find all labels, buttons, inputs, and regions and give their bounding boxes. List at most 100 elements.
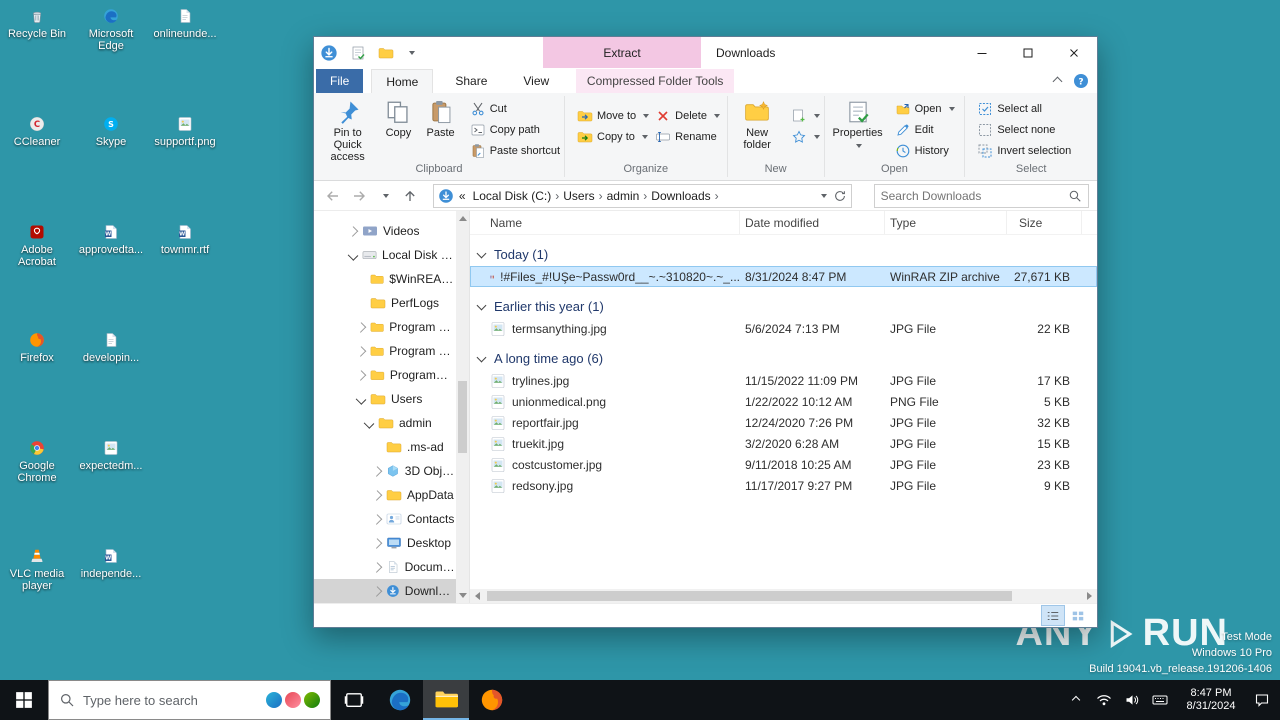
copy-path-button[interactable]: Copy path <box>470 119 560 140</box>
desktop-icon-supportf-png[interactable]: supportf.png <box>148 116 222 148</box>
breadcrumb-local-disk-c[interactable]: Local Disk (C:) <box>471 189 554 203</box>
desktop-icon-recycle-bin[interactable]: Recycle Bin <box>0 8 74 40</box>
horizontal-scrollbar[interactable] <box>470 589 1097 603</box>
scroll-down-icon[interactable] <box>459 593 467 598</box>
nav-item-admin[interactable]: admin <box>314 411 456 435</box>
chevron-right-icon[interactable] <box>356 370 367 381</box>
desktop-icon-approvedta[interactable]: Wapprovedta... <box>74 224 148 256</box>
maximize-button[interactable] <box>1005 37 1051 68</box>
file-row-truekit-jpg[interactable]: truekit.jpg3/2/2020 6:28 AMJPG File15 KB <box>470 433 1097 454</box>
file-group-earlier-this-year-1[interactable]: Earlier this year (1) <box>470 294 1097 318</box>
collapse-ribbon-icon[interactable] <box>1053 76 1063 86</box>
rename-button[interactable]: Rename <box>655 126 720 147</box>
close-button[interactable] <box>1051 37 1097 68</box>
nav-item-downloads[interactable]: Downloads <box>314 579 456 603</box>
desktop-icon-developin[interactable]: developin... <box>74 332 148 364</box>
forward-button[interactable] <box>348 185 370 207</box>
tab-view[interactable]: View <box>509 69 563 93</box>
new-folder-button[interactable]: New folder <box>734 96 781 163</box>
invert-selection-button[interactable]: Invert selection <box>977 140 1071 161</box>
nav-item-perflogs[interactable]: PerfLogs <box>314 291 456 315</box>
file-row-trylines-jpg[interactable]: trylines.jpg11/15/2022 11:09 PMJPG File1… <box>470 370 1097 391</box>
scroll-left-icon[interactable] <box>475 592 480 600</box>
qat-customize-caret-icon[interactable] <box>409 51 415 55</box>
search-highlight-icon[interactable] <box>285 692 301 708</box>
delete-button[interactable]: Delete <box>655 105 720 126</box>
up-button[interactable] <box>399 185 421 207</box>
tab-file[interactable]: File <box>316 69 363 93</box>
nav-scrollbar[interactable] <box>456 211 469 603</box>
breadcrumb-overflow[interactable]: « <box>459 189 466 203</box>
tab-compressed-folder-tools[interactable]: Compressed Folder Tools <box>576 69 734 93</box>
edit-button[interactable]: Edit <box>895 119 955 140</box>
help-icon[interactable]: ? <box>1073 73 1089 89</box>
tray-expand-button[interactable] <box>1064 680 1088 720</box>
touch-keyboard-button[interactable] <box>1148 680 1172 720</box>
desktop-icon-townmr-rtf[interactable]: Wtownmr.rtf <box>148 224 222 256</box>
nav-item-documents[interactable]: Documents <box>314 555 456 579</box>
refresh-icon[interactable] <box>833 189 847 203</box>
easy-access-button[interactable] <box>791 126 820 147</box>
copy-button[interactable]: Copy <box>379 96 417 163</box>
desktop-icon-adobe-acrobat[interactable]: Adobe Acrobat <box>0 224 74 268</box>
task-view-button[interactable] <box>331 680 377 720</box>
thumbnails-view-button[interactable] <box>1067 606 1089 625</box>
column-header-type[interactable]: Type <box>885 211 1007 234</box>
chevron-right-icon[interactable] <box>356 322 367 333</box>
chevron-right-icon[interactable] <box>372 586 383 597</box>
file-row-unionmedical-png[interactable]: unionmedical.png1/22/2022 10:12 AMPNG Fi… <box>470 391 1097 412</box>
chevron-right-icon[interactable] <box>372 466 383 477</box>
desktop-icon-ccleaner[interactable]: CCCleaner <box>0 116 74 148</box>
taskbar-firefox-button[interactable] <box>469 680 515 720</box>
taskbar-search-box[interactable]: Type here to search <box>48 680 331 720</box>
details-view-button[interactable] <box>1042 606 1064 625</box>
scroll-right-icon[interactable] <box>1087 592 1092 600</box>
desktop-icon-microsoft-edge[interactable]: Microsoft Edge <box>74 8 148 52</box>
address-dropdown-icon[interactable] <box>821 194 827 198</box>
desktop-icon-skype[interactable]: SSkype <box>74 116 148 148</box>
scrollbar-thumb[interactable] <box>487 591 1012 601</box>
chevron-down-icon[interactable] <box>477 352 487 362</box>
chevron-right-icon[interactable] <box>372 490 383 501</box>
chevron-right-icon[interactable] <box>348 226 359 237</box>
search-highlight-icon[interactable] <box>304 692 320 708</box>
search-highlight-icon[interactable] <box>266 692 282 708</box>
file-row-reportfair-jpg[interactable]: reportfair.jpg12/24/2020 7:26 PMJPG File… <box>470 412 1097 433</box>
nav-item-3d-objects[interactable]: 3D Objects <box>314 459 456 483</box>
back-button[interactable] <box>322 185 344 207</box>
desktop-icon-onlineunde[interactable]: onlineunde... <box>148 8 222 40</box>
paste-button[interactable]: Paste <box>422 96 460 163</box>
nav-item-appdata[interactable]: AppData <box>314 483 456 507</box>
nav-item-users[interactable]: Users <box>314 387 456 411</box>
chevron-right-icon[interactable] <box>372 514 383 525</box>
search-icon[interactable] <box>1068 189 1082 203</box>
chevron-down-icon[interactable] <box>477 248 487 258</box>
volume-button[interactable] <box>1120 680 1144 720</box>
start-button[interactable] <box>0 680 48 720</box>
qat-properties-icon[interactable] <box>350 45 366 61</box>
chevron-right-icon[interactable] <box>372 538 383 549</box>
chevron-right-icon[interactable] <box>356 346 367 357</box>
search-highlight-icons[interactable] <box>266 692 320 708</box>
file-group-a-long-time-ago-6[interactable]: A long time ago (6) <box>470 346 1097 370</box>
chevron-down-icon[interactable] <box>356 394 367 405</box>
nav-item-videos[interactable]: Videos <box>314 219 456 243</box>
nav-item-program-files[interactable]: Program Files <box>314 315 456 339</box>
tab-share[interactable]: Share <box>441 69 501 93</box>
chevron-down-icon[interactable] <box>477 300 487 310</box>
desktop-icon-independe[interactable]: Windepende... <box>74 548 148 580</box>
breadcrumb-separator[interactable]: › <box>597 189 605 203</box>
desktop-icon-firefox[interactable]: Firefox <box>0 332 74 364</box>
recent-locations-button[interactable] <box>373 185 395 207</box>
breadcrumb-downloads[interactable]: Downloads <box>649 189 712 203</box>
column-header-date-modified[interactable]: Date modified <box>740 211 885 234</box>
breadcrumb-users[interactable]: Users <box>561 189 596 203</box>
desktop-icon-expectedm[interactable]: expectedm... <box>74 440 148 472</box>
column-header-name[interactable]: Name <box>470 211 740 234</box>
nav-item-programdata[interactable]: ProgramData <box>314 363 456 387</box>
open-button[interactable]: Open <box>895 98 955 119</box>
nav-item-desktop[interactable]: Desktop <box>314 531 456 555</box>
taskbar-explorer-button[interactable] <box>423 680 469 720</box>
address-bar[interactable]: « Local Disk (C:)›Users›admin›Downloads› <box>433 184 852 208</box>
breadcrumb-separator[interactable]: › <box>713 189 721 203</box>
